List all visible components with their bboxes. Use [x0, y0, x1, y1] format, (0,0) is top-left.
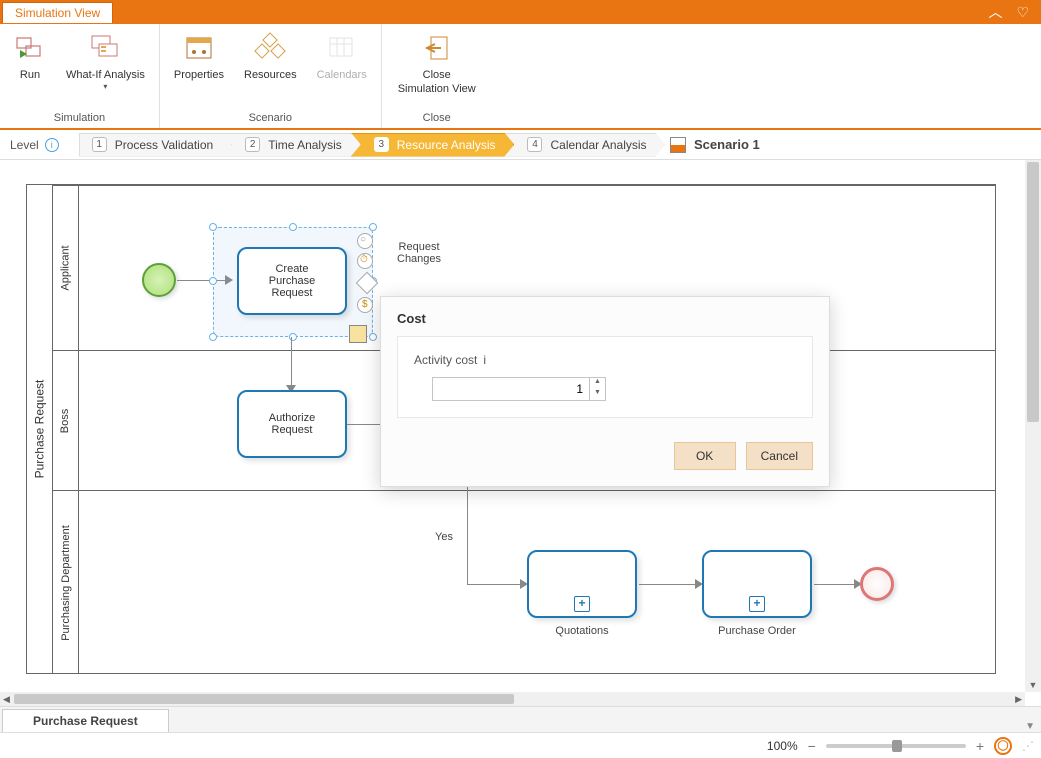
ribbon-group-simulation: Run What-If Analysis ▾ Simulation — [0, 24, 160, 128]
ribbon: Run What-If Analysis ▾ Simulation Proper… — [0, 24, 1041, 130]
task-label-purchase-order: Purchase Order — [702, 625, 812, 637]
task-authorize-request[interactable]: Authorize Request — [237, 390, 347, 458]
start-event[interactable] — [142, 263, 176, 297]
scenario-icon — [670, 137, 686, 153]
scroll-thumb[interactable] — [1027, 162, 1039, 422]
close-sim-button[interactable]: Close Simulation View — [390, 28, 484, 100]
properties-icon — [183, 32, 215, 64]
lane-label[interactable]: Purchasing Department — [53, 491, 79, 674]
calendars-icon — [326, 32, 358, 64]
level-label: Level — [10, 138, 39, 152]
end-event[interactable] — [860, 567, 894, 601]
horizontal-scrollbar[interactable]: ◀ ▶ — [0, 692, 1025, 706]
document-tabs: Purchase Request ▼ — [0, 706, 1041, 732]
activity-cost-input[interactable] — [432, 377, 590, 401]
ribbon-group-close: Close Simulation View Close — [382, 24, 492, 128]
task-quotations[interactable] — [527, 550, 637, 618]
level-bar: Level i 1 Process Validation 2 Time Anal… — [0, 130, 1041, 160]
tab-dropdown-icon[interactable]: ▼ — [1025, 721, 1035, 732]
lane-label[interactable]: Applicant — [53, 186, 79, 350]
spin-up-icon[interactable]: ▲ — [590, 378, 605, 389]
spinner[interactable]: ▲ ▼ — [590, 377, 606, 401]
calendars-button: Calendars — [309, 28, 375, 86]
step-process-validation[interactable]: 1 Process Validation — [79, 133, 233, 157]
scenario-indicator[interactable]: Scenario 1 — [670, 137, 760, 153]
zoom-in-button[interactable]: + — [976, 738, 984, 754]
context-properties-icon[interactable] — [349, 325, 367, 343]
zoom-out-button[interactable]: − — [808, 738, 816, 754]
ribbon-group-scenario: Properties Resources Calendars Scenario — [160, 24, 382, 128]
chevron-down-icon: ▾ — [103, 82, 107, 91]
scroll-thumb[interactable] — [14, 694, 514, 704]
run-button[interactable]: Run — [6, 28, 54, 86]
resources-button[interactable]: Resources — [236, 28, 305, 86]
cost-dialog: Cost Activity cost i ▲ ▼ OK Cancel — [380, 296, 830, 487]
resources-icon — [254, 32, 286, 64]
context-event-icon[interactable] — [357, 233, 373, 249]
lane-label[interactable]: Boss — [53, 351, 79, 490]
vertical-scrollbar[interactable]: ▲ ▼ — [1025, 160, 1041, 692]
cancel-button[interactable]: Cancel — [746, 442, 813, 470]
step-calendar-analysis[interactable]: 4 Calendar Analysis — [504, 133, 665, 157]
close-icon — [421, 32, 453, 64]
info-icon[interactable]: i — [483, 353, 486, 367]
task-label-quotations: Quotations — [527, 625, 637, 637]
task-create-purchase-request[interactable]: Create Purchase Request — [237, 247, 347, 315]
dialog-title: Cost — [381, 297, 829, 336]
status-bar: 100% − + ◯ ⋰ — [0, 732, 1041, 758]
properties-button[interactable]: Properties — [166, 28, 232, 86]
doc-tab-purchase-request[interactable]: Purchase Request — [2, 709, 169, 732]
pool-label[interactable]: Purchase Request — [27, 185, 53, 673]
help-icon[interactable]: ♡ — [1016, 4, 1029, 21]
whatif-button[interactable]: What-If Analysis ▾ — [58, 28, 153, 95]
zoom-label: 100% — [767, 739, 798, 753]
ok-button[interactable]: OK — [674, 442, 736, 470]
zoom-slider[interactable] — [826, 744, 966, 748]
whatif-icon — [89, 32, 121, 64]
step-time-analysis[interactable]: 2 Time Analysis — [222, 133, 361, 157]
title-bar: Simulation View ︿ ♡ — [0, 0, 1041, 24]
activity-cost-label: Activity cost — [414, 353, 477, 367]
context-timer-icon[interactable] — [357, 253, 373, 269]
resize-grip-icon[interactable]: ⋰ — [1022, 739, 1031, 753]
zoom-fit-icon[interactable]: ◯ — [994, 737, 1012, 755]
info-icon[interactable]: i — [45, 138, 59, 152]
chevron-up-icon[interactable]: ︿ — [988, 2, 1002, 22]
spin-down-icon[interactable]: ▼ — [590, 389, 605, 400]
title-tab[interactable]: Simulation View — [2, 2, 113, 23]
task-purchase-order[interactable] — [702, 550, 812, 618]
run-icon — [14, 32, 46, 64]
flow-label-request-changes: Request Changes — [397, 241, 441, 265]
context-cost-icon[interactable] — [357, 297, 373, 313]
flow-label-yes: Yes — [435, 531, 453, 543]
step-resource-analysis[interactable]: 3 Resource Analysis — [351, 133, 515, 157]
